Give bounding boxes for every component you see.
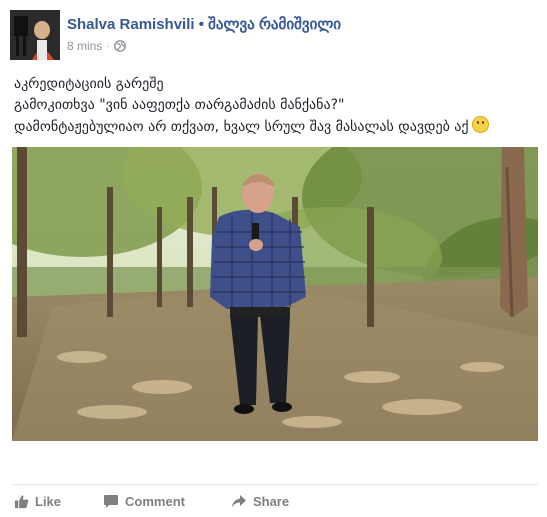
share-arrow-icon [231, 495, 246, 507]
smiley-emoji-icon [471, 116, 489, 133]
video-player[interactable] [12, 147, 538, 441]
comment-button[interactable]: Comment [103, 494, 185, 509]
thumbs-up-icon [14, 495, 29, 509]
facebook-post: Shalva Ramishvili • შალვა რამიშვილი 8 mi… [0, 0, 547, 517]
post-text-line: აკრედიტაციის გარეშე [14, 76, 164, 92]
author-name[interactable]: Shalva Ramishvili • შალვა რამიშვილი [67, 15, 341, 33]
post-text-line-with-emoji: დამონტაჟებულიაო არ თქვათ, ხვალ სრულ შავ … [14, 116, 539, 138]
avatar[interactable] [10, 10, 60, 60]
post-meta: 8 mins · [67, 39, 126, 53]
post-actions: Like Comment Share [12, 486, 538, 517]
meta-separator: · [106, 40, 110, 52]
actions-divider [12, 484, 538, 485]
comment-bubble-icon [104, 495, 119, 508]
timestamp[interactable]: 8 mins [67, 39, 102, 53]
globe-icon[interactable] [113, 40, 126, 52]
post-text: აკრედიტაციის გარეშე გამოკითხვა "ვინ ააფე… [14, 74, 539, 138]
video-thumbnail [12, 147, 538, 441]
comment-label: Comment [125, 494, 185, 509]
post-text-line: დამონტაჟებულიაო არ თქვათ, ხვალ სრულ შავ … [14, 119, 469, 135]
avatar-image [10, 10, 60, 60]
like-label: Like [35, 494, 62, 509]
share-button[interactable]: Share [231, 494, 289, 509]
share-label: Share [252, 494, 290, 509]
post-text-line: გამოკითხვა "ვინ ააფეთქა თარგამაძის მანქა… [14, 97, 345, 113]
like-button[interactable]: Like [14, 494, 61, 509]
